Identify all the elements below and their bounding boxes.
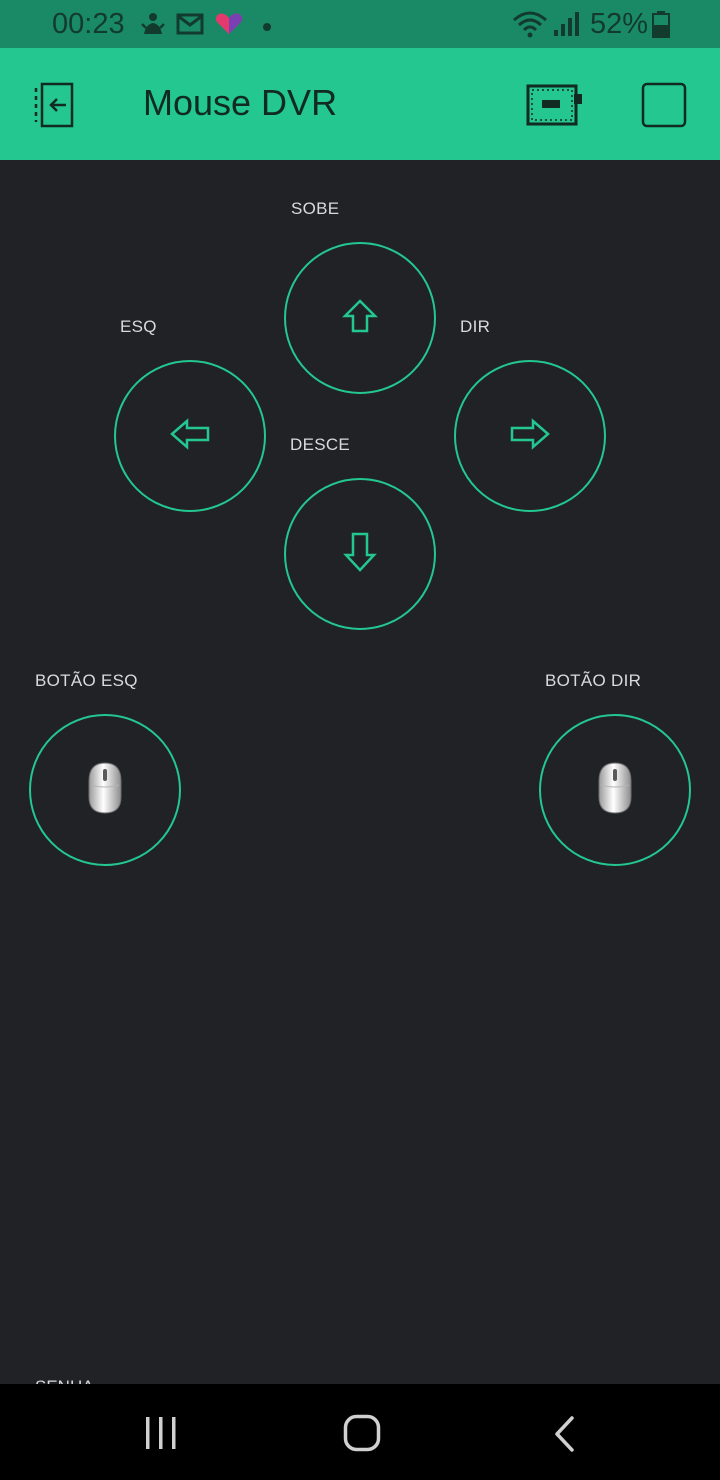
signal-icon — [552, 10, 580, 43]
home-icon — [343, 1414, 381, 1456]
up-label: SOBE — [291, 199, 340, 218]
recent-apps-icon — [144, 1417, 178, 1454]
status-time: 00:23 — [52, 8, 125, 40]
back-icon — [552, 1416, 576, 1456]
device-button[interactable] — [526, 84, 584, 131]
back-button[interactable] — [552, 1416, 576, 1457]
exit-button[interactable] — [32, 82, 80, 133]
down-button[interactable] — [284, 478, 436, 630]
arrow-left-icon — [169, 417, 211, 455]
up-button[interactable] — [284, 242, 436, 394]
stop-square-icon — [641, 82, 687, 132]
left-click-label: BOTÃO ESQ — [35, 671, 138, 690]
mouse-icon — [87, 761, 123, 820]
mouse-icon — [597, 761, 633, 820]
stop-button[interactable] — [641, 82, 687, 133]
heart-app-icon — [214, 12, 244, 41]
right-label: DIR — [460, 317, 491, 336]
app-notification-icon — [140, 10, 166, 43]
app-bar: Mouse DVR — [0, 48, 720, 160]
recent-apps-button[interactable] — [144, 1416, 178, 1455]
system-nav-bar — [0, 1384, 720, 1480]
left-label: ESQ — [120, 317, 157, 336]
mail-icon — [176, 12, 204, 41]
right-button[interactable] — [454, 360, 606, 512]
password-label: SENHA — [35, 1376, 94, 1384]
battery-icon — [652, 10, 670, 43]
more-notifications-dot-icon — [262, 19, 272, 37]
right-click-button[interactable] — [539, 714, 691, 866]
app-title: Mouse DVR — [143, 82, 338, 123]
status-bar: 00:23 52% — [0, 0, 720, 48]
wifi-icon — [512, 10, 548, 43]
arrow-right-icon — [509, 417, 551, 455]
home-button[interactable] — [343, 1414, 381, 1457]
arrow-down-icon — [343, 531, 377, 578]
battery-percent: 52% — [590, 8, 649, 40]
device-board-icon — [526, 84, 584, 130]
exit-icon — [32, 82, 80, 132]
left-click-button[interactable] — [29, 714, 181, 866]
left-button[interactable] — [114, 360, 266, 512]
arrow-up-icon — [341, 298, 379, 339]
down-label: DESCE — [290, 435, 351, 454]
right-click-label: BOTÃO DIR — [545, 671, 642, 690]
